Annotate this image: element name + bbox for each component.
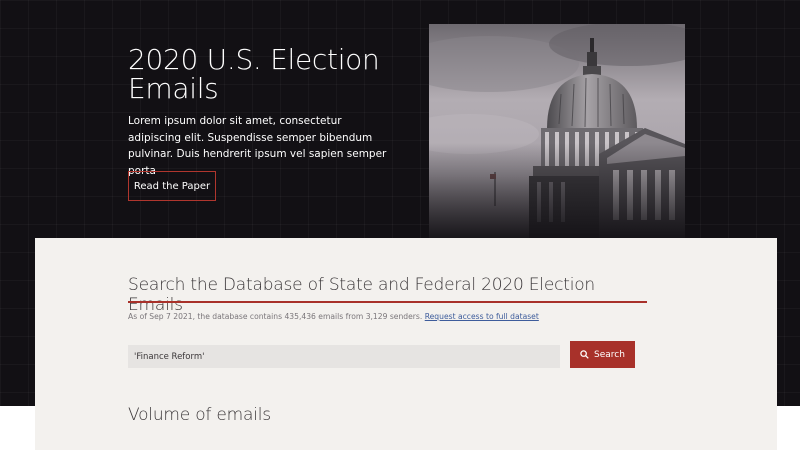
capitol-building-photo xyxy=(429,24,685,240)
database-info: As of Sep 7 2021, the database contains … xyxy=(128,312,539,321)
search-section-title: Search the Database of State and Federal… xyxy=(128,275,596,315)
search-card: Search the Database of State and Federal… xyxy=(35,238,777,450)
search-button-label: Search xyxy=(594,349,625,360)
volume-section-title: Volume of emails xyxy=(128,405,271,425)
search-input[interactable] xyxy=(128,345,560,368)
title-underline xyxy=(128,301,647,303)
search-button[interactable]: Search xyxy=(570,341,635,368)
database-info-text: As of Sep 7 2021, the database contains … xyxy=(128,312,423,321)
hero-description: Lorem ipsum dolor sit amet, consectetur … xyxy=(128,115,387,177)
search-icon xyxy=(580,350,589,359)
request-access-link[interactable]: Request access to full dataset xyxy=(425,312,539,321)
hero-title: 2020 U.S. Election Emails xyxy=(128,43,380,105)
read-paper-button[interactable]: Read the Paper xyxy=(128,171,216,201)
